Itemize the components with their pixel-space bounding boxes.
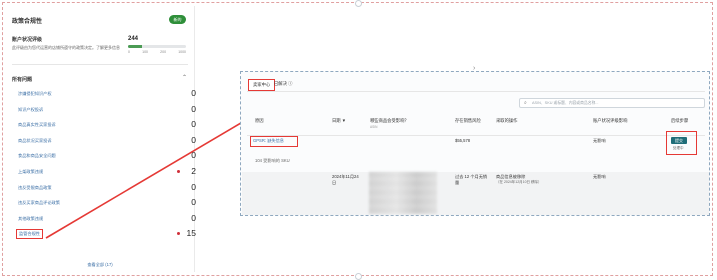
column-header-date[interactable]: 日期 ▼ — [332, 118, 346, 124]
column-subheader: ASIN — [370, 125, 378, 129]
tab-seller-central[interactable]: 卖家中心 — [248, 79, 276, 91]
health-impact: 无影响 — [593, 174, 606, 179]
column-header[interactable]: 后续步骤 — [671, 118, 688, 124]
search-placeholder: ASIN、SKU 或标题、内容或商品名称... — [532, 101, 599, 105]
column-header[interactable]: 账户状况评级影响 — [593, 118, 627, 124]
table-header: 原因 日期 ▼ 哪些商品会受影响？ ASIN 存在销售风险 采取的操作 账户状况… — [247, 115, 705, 136]
submit-button[interactable]: 提交 — [671, 137, 687, 144]
search-input[interactable]: ⌕ ASIN、SKU 或标题、内容或商品名称... — [519, 98, 705, 108]
risk-value: $55,578 — [455, 138, 471, 143]
column-header[interactable]: 原因 — [255, 118, 264, 124]
issue-detail-panel: 卖家中心 已解决 ⓘ ⌕ ASIN、SKU 或标题、内容或商品名称... 原因 … — [240, 71, 710, 216]
tab-resolved[interactable]: 已解决 ⓘ — [274, 81, 292, 87]
chevron-right-icon[interactable]: › — [473, 65, 475, 72]
table-row: GPSR: 缺失信息 104 受影响的 SKU $55,578 无影响 提交 处… — [247, 131, 705, 172]
column-header[interactable]: 存在销售风险 — [455, 118, 481, 124]
action-taken-sub: （在 2024年12月10日 移除） — [496, 180, 542, 184]
table-row: 2024年11月24日 过去 12 个月无销量 商品信息被移除 （在 2024年… — [247, 172, 705, 215]
health-impact: 无影响 — [593, 138, 606, 143]
column-header[interactable]: 哪些商品会受影响？ — [370, 118, 409, 124]
action-note: 处理中 — [673, 146, 684, 150]
search-icon: ⌕ — [524, 100, 527, 106]
tab-divider — [247, 91, 705, 92]
affected-sku-note: 104 受影响的 SKU — [255, 158, 290, 163]
date-value: 2024年11月24日 — [332, 174, 359, 185]
column-header[interactable]: 采取的操作 — [496, 118, 517, 124]
arrow-line — [45, 119, 247, 239]
action-taken: 商品信息被移除 — [496, 174, 526, 179]
risk-value: 过去 12 个月无销量 — [455, 174, 488, 185]
reason-link[interactable]: GPSR: 缺失信息 — [253, 138, 284, 144]
